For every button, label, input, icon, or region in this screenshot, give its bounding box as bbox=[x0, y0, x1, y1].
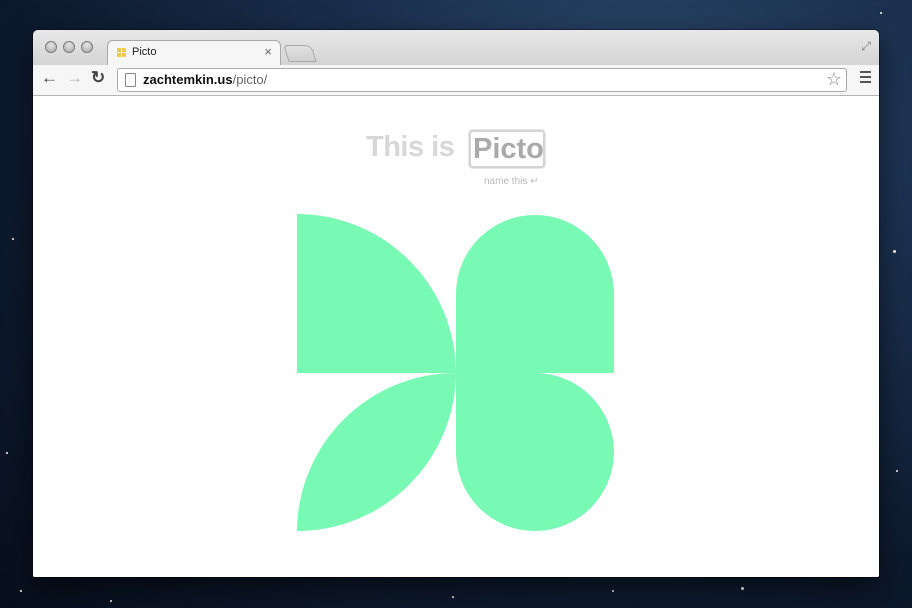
url-text[interactable]: zachtemkin.us/picto/ bbox=[143, 72, 267, 87]
minimize-window-button[interactable] bbox=[63, 41, 75, 53]
favicon-icon bbox=[117, 48, 127, 58]
logo-quarter-top-left bbox=[297, 214, 456, 373]
back-button[interactable]: ← bbox=[41, 68, 58, 88]
fullscreen-icon[interactable]: ⤢ bbox=[861, 39, 871, 54]
url-path: /picto/ bbox=[232, 72, 268, 87]
toolbar: ← → ↻ zachtemkin.us/picto/ ☆ bbox=[33, 65, 879, 96]
tab-close-icon[interactable]: × bbox=[264, 44, 272, 59]
tab-title: Picto bbox=[132, 46, 157, 58]
picto-logo bbox=[297, 214, 614, 531]
logo-d-bottom-right bbox=[456, 373, 614, 531]
name-input[interactable] bbox=[469, 130, 545, 168]
name-hint: name this ↵ bbox=[484, 176, 539, 187]
page-content: This is name this ↵ bbox=[33, 96, 879, 577]
forward-button[interactable]: → bbox=[66, 68, 83, 88]
tab-picto[interactable]: Picto × bbox=[107, 40, 281, 66]
logo-leaf-bottom-left bbox=[297, 373, 456, 531]
zoom-window-button[interactable] bbox=[81, 41, 93, 53]
bookmark-star-icon[interactable]: ☆ bbox=[826, 69, 842, 90]
browser-window: Picto × ⤢ ← → ↻ zachtemkin.us/picto/ ☆ T… bbox=[33, 30, 879, 577]
reload-button[interactable]: ↻ bbox=[91, 68, 105, 88]
page-icon bbox=[125, 73, 136, 87]
headline-prefix: This is bbox=[366, 131, 455, 163]
logo-arch-top-right bbox=[456, 215, 614, 373]
title-bar: Picto × ⤢ bbox=[33, 30, 879, 66]
url-host: zachtemkin.us bbox=[143, 72, 233, 87]
close-window-button[interactable] bbox=[45, 41, 57, 53]
menu-icon[interactable] bbox=[860, 71, 871, 83]
address-bar[interactable]: zachtemkin.us/picto/ ☆ bbox=[117, 68, 847, 92]
new-tab-button[interactable] bbox=[283, 45, 317, 62]
